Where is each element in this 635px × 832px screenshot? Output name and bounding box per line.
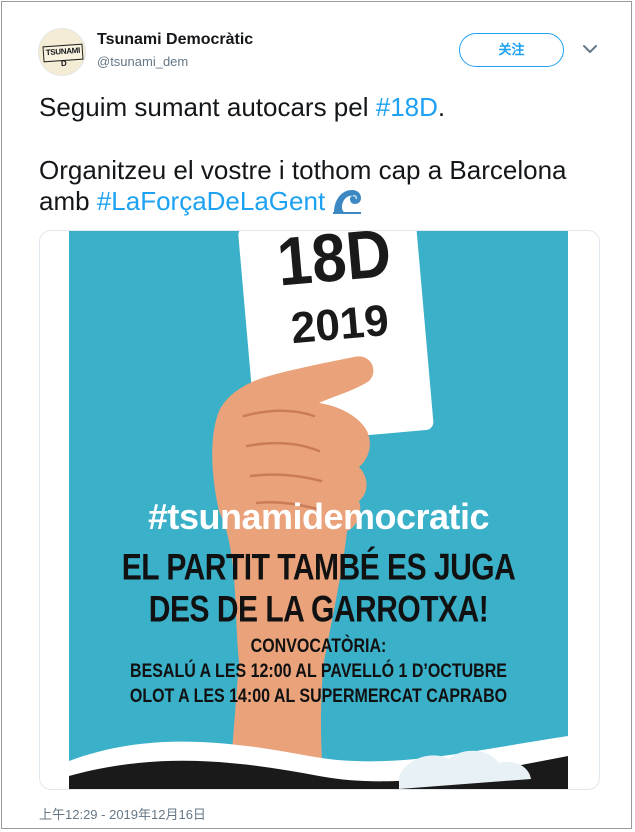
tweet-text-segment: . [437, 92, 446, 122]
poster-headline-2: DES DE LA GARROTXA! [148, 588, 489, 630]
author-handle[interactable]: @tsunami_dem [97, 54, 188, 69]
poster-image[interactable]: 18D 2019 #tsunamidemocratic EL PARTIT TA… [69, 231, 568, 789]
tweet-text-segment: Seguim sumant autocars pel [39, 92, 376, 122]
poster-hashtag: #tsunamidemocratic [147, 496, 490, 537]
follow-button[interactable]: 关注 [459, 33, 564, 67]
avatar-logo: TSUNAMI D [42, 43, 84, 68]
chevron-down-icon[interactable] [581, 42, 599, 56]
author-display-name[interactable]: Tsunami Democràtic [97, 31, 253, 49]
tweet-text: Seguim sumant autocars pel #18D. Organit… [39, 92, 609, 217]
poster-detail-1: BESALÚ A LES 12:00 AL PAVELLÓ 1 D’OCTUBR… [130, 661, 507, 682]
card-text-layer: 18D 2019 [274, 231, 394, 353]
poster-card-line2: 2019 [289, 296, 391, 353]
poster-card-line1: 18D [274, 231, 394, 300]
hashtag-link-18d[interactable]: #18D [376, 92, 438, 122]
water-wave-icon [331, 187, 364, 215]
avatar[interactable]: TSUNAMI D [38, 28, 86, 76]
poster-subheading: CONVOCATÒRIA: [250, 636, 387, 657]
tweet-timestamp[interactable]: 上午12:29 - 2019年12月16日 [39, 804, 206, 823]
tweet-line-2: Organitzeu el vostre i tothom cap a Barc… [39, 155, 609, 217]
hashtag-link-laforcadelagent[interactable]: #LaForçaDeLaGent [97, 186, 325, 216]
poster-headline-1: EL PARTIT TAMBÉ ES JUGA [121, 546, 516, 588]
tweet-line-1: Seguim sumant autocars pel #18D. [39, 92, 609, 123]
poster-detail-2: OLOT A LES 14:00 AL SUPERMERCAT CAPRABO [129, 686, 508, 707]
